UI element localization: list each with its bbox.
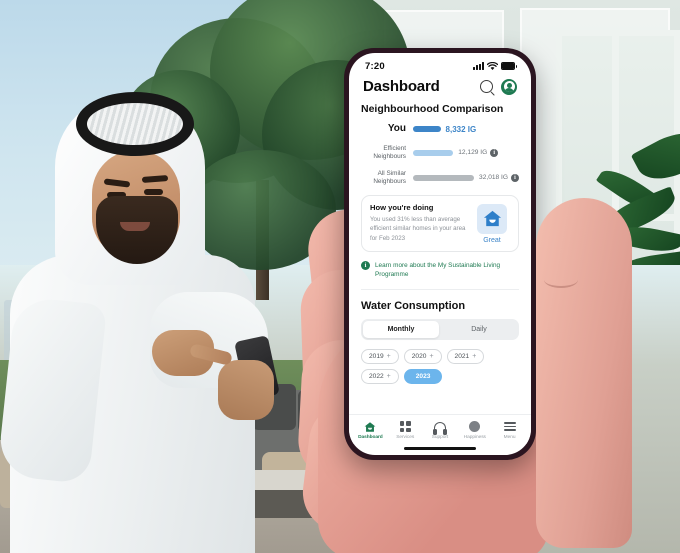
year-chip-label: 2020	[411, 352, 427, 360]
learn-more-link[interactable]: i Learn more about the My Sustainable Li…	[361, 261, 519, 290]
headset-icon	[433, 421, 447, 435]
comparison-row-efficient-neighbours: Efficient Neighbours 12,129 IG i	[361, 145, 519, 161]
avatar-icon[interactable]	[501, 78, 517, 95]
neighbourhood-comparison-title: Neighbourhood Comparison	[361, 103, 504, 115]
water-consumption-title: Water Consumption	[361, 299, 466, 312]
badge-box	[477, 203, 507, 234]
eye	[144, 189, 163, 195]
how-youre-doing-text: How you're doing You used 31% less than …	[370, 203, 468, 244]
smiley-icon	[469, 421, 481, 433]
learn-more-text: Learn more about the My Sustainable Livi…	[375, 261, 501, 279]
comparison-value: 12,129 IG	[458, 149, 488, 156]
nav-label: Happiness	[463, 435, 486, 440]
search-icon[interactable]	[480, 80, 493, 93]
status-icons	[473, 61, 517, 71]
comparison-label: Efficient Neighbours	[373, 144, 406, 160]
agal-cord	[76, 92, 194, 156]
plus-icon: +	[429, 352, 434, 360]
smartphone-device: 7:20 Dashboard Neighbourhood Comparison	[344, 48, 536, 460]
comparison-row-all-similar-neighbours: All Similar Neighbours 32,018 IG i	[361, 170, 519, 186]
left-arm	[0, 295, 108, 485]
comparison-value: 32,018 IG	[479, 174, 508, 181]
comparison-label: All Similar Neighbours	[373, 169, 406, 185]
info-icon[interactable]: i	[511, 173, 519, 182]
year-chip-list: 2019 + 2020 + 2021 + 2022 + 2023	[361, 348, 519, 384]
year-chip-label: 2023	[415, 372, 431, 380]
phone-screen: 7:20 Dashboard Neighbourhood Comparison	[349, 53, 531, 455]
info-icon: i	[361, 261, 370, 270]
nav-item-dashboard[interactable]: Dashboard	[353, 421, 387, 440]
badge-label: Great	[483, 236, 501, 244]
house-icon	[483, 210, 501, 227]
wifi-icon	[487, 61, 498, 70]
plus-icon: +	[386, 352, 391, 360]
scroll-content[interactable]: Neighbourhood Comparison You 8,332 IG Ef…	[349, 101, 531, 414]
mouth	[120, 222, 150, 231]
info-icon[interactable]: i	[490, 148, 499, 157]
year-chip-label: 2022	[369, 372, 384, 380]
nav-item-happiness[interactable]: Happiness	[458, 421, 492, 440]
year-chip-2023[interactable]: 2023	[403, 368, 443, 384]
page-title: Dashboard	[363, 78, 440, 95]
performance-badge: Great	[474, 203, 510, 244]
how-youre-doing-card: How you're doing You used 31% less than …	[361, 194, 519, 252]
plus-icon: +	[386, 372, 391, 380]
grid-icon	[399, 421, 411, 433]
year-chip-2020[interactable]: 2020 +	[403, 348, 442, 364]
status-time: 7:20	[365, 60, 385, 72]
app-header: Dashboard	[349, 75, 531, 101]
background-photo-scene	[0, 0, 680, 553]
comparison-bar-track: 8,332 IG	[413, 124, 519, 134]
nav-item-support[interactable]: Support	[423, 421, 457, 440]
status-bar: 7:20	[349, 53, 531, 75]
comparison-bar-fill	[413, 174, 475, 181]
comparison-bar-fill	[413, 126, 441, 133]
comparison-bar-track: 32,018 IG i	[413, 173, 519, 182]
nav-label: Dashboard	[358, 435, 383, 440]
year-chip-label: 2021	[454, 352, 470, 360]
comparison-row-you: You 8,332 IG	[361, 123, 519, 136]
plus-icon: +	[472, 352, 477, 360]
comparison-label: You	[387, 123, 406, 134]
home-icon	[364, 421, 376, 433]
home-indicator	[404, 447, 476, 450]
period-segmented-control[interactable]: Monthly Daily	[361, 318, 519, 340]
year-chip-2021[interactable]: 2021 +	[446, 348, 485, 364]
comparison-bar-fill	[413, 149, 454, 156]
year-chip-2019[interactable]: 2019 +	[361, 348, 399, 364]
bottom-navigation: Dashboard Services Support Happiness Men…	[349, 413, 531, 444]
nav-label: Support	[431, 435, 449, 440]
comparison-bar-track: 12,129 IG i	[413, 148, 519, 157]
tab-daily[interactable]: Daily	[441, 321, 517, 338]
year-chip-2022[interactable]: 2022 +	[361, 368, 399, 384]
tab-monthly[interactable]: Monthly	[363, 320, 439, 338]
nav-label: Menu	[503, 435, 516, 440]
nav-label: Services	[396, 435, 415, 440]
how-youre-doing-title: How you're doing	[370, 202, 434, 212]
comparison-value: 8,332 IG	[445, 124, 477, 134]
header-actions	[480, 78, 517, 95]
nav-item-services[interactable]: Services	[388, 421, 422, 440]
year-chip-label: 2019	[369, 352, 384, 360]
how-youre-doing-body: You used 31% less than average efficient…	[370, 215, 466, 242]
battery-icon	[501, 62, 517, 70]
nav-item-menu[interactable]: Menu	[493, 421, 527, 440]
cellular-signal-icon	[473, 62, 484, 70]
hamburger-icon	[503, 421, 516, 433]
holding-hand	[218, 360, 274, 420]
